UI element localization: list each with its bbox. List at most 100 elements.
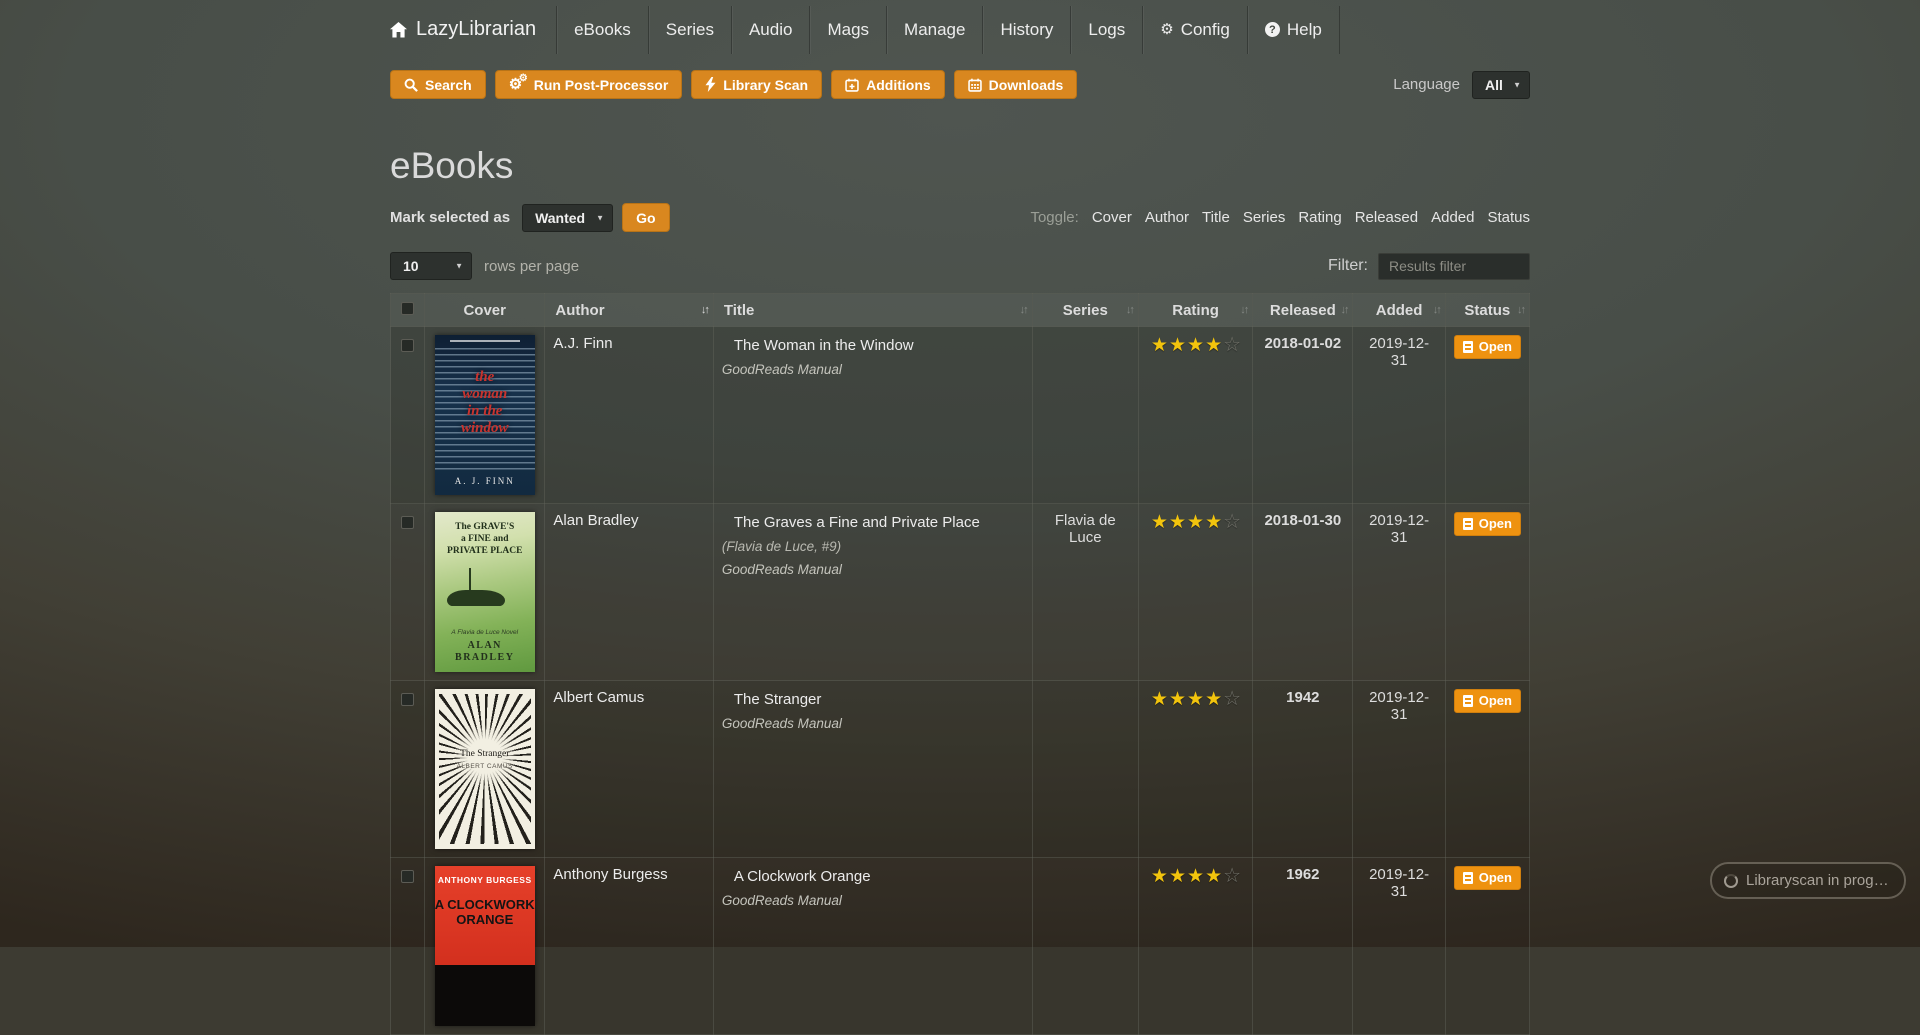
source-label: GoodReads Manual — [722, 716, 1024, 731]
column-header-released[interactable]: Released↓↑ — [1253, 294, 1353, 327]
cover-art-clockwork-orange: ANTHONY BURGESS A CLOCKWORK ORANGE — [435, 866, 535, 1026]
rating-cell: ★★★★☆ — [1138, 681, 1252, 858]
calendar-icon — [968, 78, 982, 92]
table-controls-row: 10 rows per page Filter: — [390, 252, 1530, 280]
row-checkbox[interactable] — [401, 516, 414, 529]
open-status-button[interactable]: Open — [1454, 512, 1521, 536]
toggle-author[interactable]: Author — [1145, 209, 1189, 226]
rating-cell: ★★★★☆ — [1138, 504, 1252, 681]
toggle-rating[interactable]: Rating — [1298, 209, 1341, 226]
open-status-button[interactable]: Open — [1454, 335, 1521, 359]
series-name: Flavia de Luce — [1055, 512, 1116, 546]
source-label: GoodReads Manual — [722, 362, 1024, 377]
book-title-link[interactable]: The Graves a Fine and Private Place — [734, 514, 980, 531]
row-checkbox[interactable] — [401, 339, 414, 352]
bolt-icon — [705, 77, 716, 92]
nav-item-manage[interactable]: Manage — [886, 6, 982, 54]
nav-item-history[interactable]: History — [982, 6, 1070, 54]
added-cell: 2019-12-31 — [1353, 858, 1445, 1035]
star-empty-icon: ☆ — [1223, 865, 1241, 887]
author-cell: A.J. Finn — [545, 327, 713, 504]
star-empty-icon: ☆ — [1223, 511, 1241, 533]
column-header-cover[interactable]: Cover — [425, 294, 545, 327]
results-filter-input[interactable] — [1378, 253, 1530, 280]
sort-icon: ↓↑ — [701, 304, 708, 316]
cover-cell: The GRAVE'S a FINE and PRIVATE PLACE A F… — [425, 504, 545, 681]
open-status-button[interactable]: Open — [1454, 866, 1521, 890]
star-filled-icon: ★ — [1187, 335, 1204, 356]
star-filled-icon: ★ — [1151, 689, 1168, 710]
search-icon — [404, 78, 418, 92]
nav-item-audio[interactable]: Audio — [731, 6, 809, 54]
author-link[interactable]: A.J. Finn — [553, 335, 612, 352]
nav-item-mags[interactable]: Mags — [809, 6, 886, 54]
column-header-author[interactable]: Author↓↑ — [545, 294, 713, 327]
cover-art-the-stranger: The Stranger ALBERT CAMUS — [435, 689, 535, 849]
book-title-link[interactable]: The Stranger — [734, 691, 822, 708]
row-checkbox[interactable] — [401, 870, 414, 883]
toggle-released[interactable]: Released — [1355, 209, 1418, 226]
sort-icon: ↓↑ — [1020, 304, 1027, 316]
cover-cell: The Stranger ALBERT CAMUS — [425, 681, 545, 858]
title-cell: The Graves a Fine and Private Place (Fla… — [713, 504, 1032, 681]
brand[interactable]: LazyLibrarian — [390, 6, 556, 54]
sort-icon: ↓↑ — [1340, 304, 1347, 316]
author-link[interactable]: Alan Bradley — [553, 512, 638, 529]
author-link[interactable]: Anthony Burgess — [553, 866, 667, 883]
column-toggles: Toggle: Cover Author Title Series Rating… — [1030, 209, 1530, 226]
nav-item-series[interactable]: Series — [648, 6, 731, 54]
status-cell: Open — [1445, 681, 1529, 858]
language-select[interactable]: All — [1472, 71, 1530, 99]
table-row: The Stranger ALBERT CAMUS Albert Camus T… — [391, 681, 1530, 858]
column-header-rating[interactable]: Rating↓↑ — [1138, 294, 1252, 327]
search-button[interactable]: Search — [390, 70, 486, 99]
nav-item-config[interactable]: ⚙ Config — [1142, 6, 1247, 54]
toggle-series[interactable]: Series — [1243, 209, 1286, 226]
book-title-link[interactable]: A Clockwork Orange — [734, 868, 871, 885]
rows-per-page-select[interactable]: 10 — [390, 252, 472, 280]
row-checkbox[interactable] — [401, 693, 414, 706]
author-cell: Alan Bradley — [545, 504, 713, 681]
author-link[interactable]: Albert Camus — [553, 689, 644, 706]
select-all-checkbox[interactable] — [401, 302, 414, 315]
brand-label: LazyLibrarian — [416, 18, 536, 41]
action-toolbar: Search ⚙⚙ Run Post-Processor Library Sca… — [0, 70, 1920, 99]
toggle-cover[interactable]: Cover — [1092, 209, 1132, 226]
toggle-title[interactable]: Title — [1202, 209, 1230, 226]
book-cover[interactable]: The Stranger ALBERT CAMUS — [435, 689, 535, 849]
library-scan-button[interactable]: Library Scan — [691, 70, 822, 99]
star-filled-icon: ★ — [1169, 335, 1186, 356]
toggle-status[interactable]: Status — [1487, 209, 1530, 226]
column-header-title[interactable]: Title↓↑ — [713, 294, 1032, 327]
row-select-cell — [391, 681, 425, 858]
language-label: Language — [1393, 76, 1460, 93]
released-cell: 1942 — [1253, 681, 1353, 858]
book-cover[interactable]: ANTHONY BURGESS A CLOCKWORK ORANGE — [435, 866, 535, 1026]
libraryscan-toast: Libraryscan in progress ... — [1710, 862, 1906, 899]
nav-item-ebooks[interactable]: eBooks — [556, 6, 648, 54]
series-cell — [1032, 681, 1138, 858]
star-filled-icon: ★ — [1205, 335, 1222, 356]
column-header-series[interactable]: Series↓↑ — [1032, 294, 1138, 327]
mark-status-select[interactable]: Wanted — [522, 204, 613, 232]
cover-art-woman-in-the-window: the woman in the window A. J. FINN — [435, 335, 535, 495]
book-cover[interactable]: the woman in the window A. J. FINN — [435, 335, 535, 495]
run-post-processor-button[interactable]: ⚙⚙ Run Post-Processor — [495, 70, 683, 99]
column-header-added[interactable]: Added↓↑ — [1353, 294, 1445, 327]
ebooks-table: Cover Author↓↑ Title↓↑ Series↓↑ Rating↓↑… — [390, 293, 1530, 1035]
row-select-cell — [391, 858, 425, 1035]
additions-button[interactable]: Additions — [831, 70, 945, 99]
book-title-link[interactable]: The Woman in the Window — [734, 337, 914, 354]
downloads-button[interactable]: Downloads — [954, 70, 1078, 99]
main-content: eBooks Mark selected as Wanted Go Toggle… — [390, 145, 1530, 1035]
book-cover[interactable]: The GRAVE'S a FINE and PRIVATE PLACE A F… — [435, 512, 535, 672]
cogs-icon: ⚙⚙ — [509, 77, 527, 93]
sort-icon: ↓↑ — [1240, 304, 1247, 316]
star-filled-icon: ★ — [1169, 689, 1186, 710]
nav-item-help[interactable]: ? Help — [1247, 6, 1340, 54]
nav-item-logs[interactable]: Logs — [1070, 6, 1142, 54]
open-status-button[interactable]: Open — [1454, 689, 1521, 713]
go-button[interactable]: Go — [622, 203, 669, 232]
column-header-status[interactable]: Status↓↑ — [1445, 294, 1529, 327]
toggle-added[interactable]: Added — [1431, 209, 1474, 226]
